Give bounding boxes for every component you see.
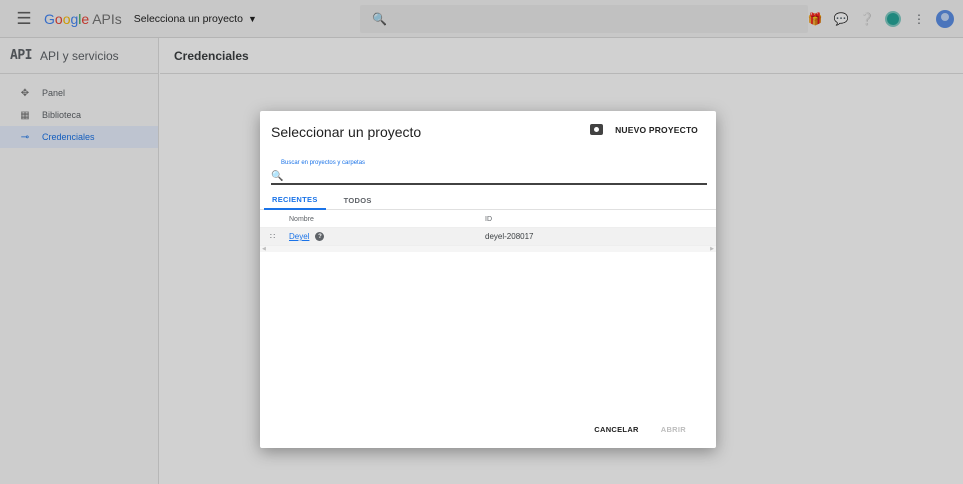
tab-recientes[interactable]: RECIENTES bbox=[264, 190, 326, 210]
new-project-label: NUEVO PROYECTO bbox=[615, 124, 698, 135]
search-label: Buscar en proyectos y carpetas bbox=[281, 160, 366, 166]
select-project-dialog: Seleccionar un proyecto NUEVO PROYECTO B… bbox=[260, 111, 716, 448]
tab-todos[interactable]: TODOS bbox=[336, 190, 380, 210]
project-icon: ∷ bbox=[270, 232, 276, 241]
projects-table: Nombre ID ∷ Deyel ? deyel-208017 ◀ ▶ bbox=[260, 211, 716, 252]
project-id: deyel-208017 bbox=[485, 232, 534, 241]
horizontal-scrollbar[interactable]: ◀ ▶ bbox=[260, 245, 716, 252]
column-header-id[interactable]: ID bbox=[485, 216, 492, 223]
help-icon[interactable]: ? bbox=[315, 232, 325, 241]
dialog-tabs: RECIENTES TODOS bbox=[260, 190, 716, 210]
project-search: Buscar en proyectos y carpetas 🔍 bbox=[271, 160, 707, 185]
project-search-input[interactable] bbox=[287, 170, 688, 182]
column-header-name[interactable]: Nombre bbox=[289, 216, 485, 223]
dialog-actions: CANCELAR ABRIR bbox=[588, 421, 692, 438]
scroll-right-icon[interactable]: ▶ bbox=[710, 246, 714, 252]
search-row: 🔍 bbox=[271, 169, 707, 185]
dialog-title: Seleccionar un proyecto bbox=[271, 124, 422, 140]
new-project-button[interactable]: NUEVO PROYECTO bbox=[590, 124, 698, 135]
table-header: Nombre ID bbox=[260, 211, 716, 228]
open-button[interactable]: ABRIR bbox=[655, 421, 692, 438]
table-row[interactable]: ∷ Deyel ? deyel-208017 bbox=[260, 228, 716, 245]
project-name-link[interactable]: Deyel bbox=[289, 232, 309, 241]
cancel-button[interactable]: CANCELAR bbox=[588, 421, 644, 438]
new-project-icon bbox=[590, 124, 604, 135]
scroll-left-icon[interactable]: ◀ bbox=[262, 246, 266, 252]
search-icon: 🔍 bbox=[271, 170, 284, 182]
